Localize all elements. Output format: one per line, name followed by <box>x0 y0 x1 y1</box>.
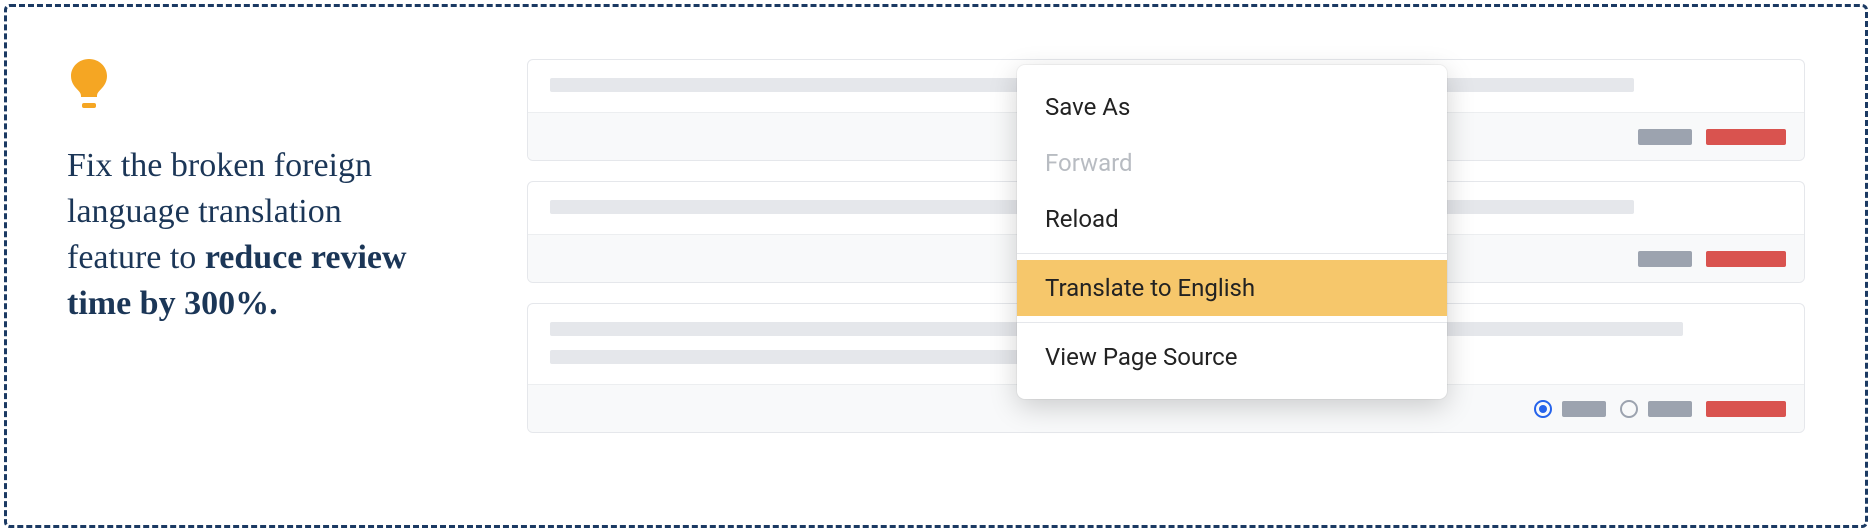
footer-grey-block <box>1638 129 1692 145</box>
menu-divider <box>1017 253 1447 254</box>
headline-text: Fix the broken foreign language translat… <box>67 143 417 327</box>
context-menu: Save As Forward Reload Translate to Engl… <box>1017 65 1447 399</box>
footer-red-block <box>1706 129 1786 145</box>
menu-item-save-as[interactable]: Save As <box>1017 79 1447 135</box>
left-column: Fix the broken foreign language translat… <box>67 57 417 485</box>
radio-checked-icon <box>1534 400 1552 418</box>
right-column: Save As Forward Reload Translate to Engl… <box>527 57 1805 485</box>
menu-item-translate[interactable]: Translate to English <box>1017 260 1447 316</box>
menu-item-view-source[interactable]: View Page Source <box>1017 329 1447 385</box>
radio-unchecked-icon <box>1620 400 1638 418</box>
menu-item-forward: Forward <box>1017 135 1447 191</box>
footer-red-block <box>1706 401 1786 417</box>
lightbulb-icon <box>67 57 111 113</box>
feature-callout-frame: Fix the broken foreign language translat… <box>4 4 1868 528</box>
radio-option[interactable] <box>1534 400 1606 418</box>
menu-item-reload[interactable]: Reload <box>1017 191 1447 247</box>
menu-divider <box>1017 322 1447 323</box>
radio-label-placeholder <box>1562 401 1606 417</box>
footer-red-block <box>1706 251 1786 267</box>
radio-label-placeholder <box>1648 401 1692 417</box>
radio-option[interactable] <box>1620 400 1692 418</box>
footer-grey-block <box>1638 251 1692 267</box>
